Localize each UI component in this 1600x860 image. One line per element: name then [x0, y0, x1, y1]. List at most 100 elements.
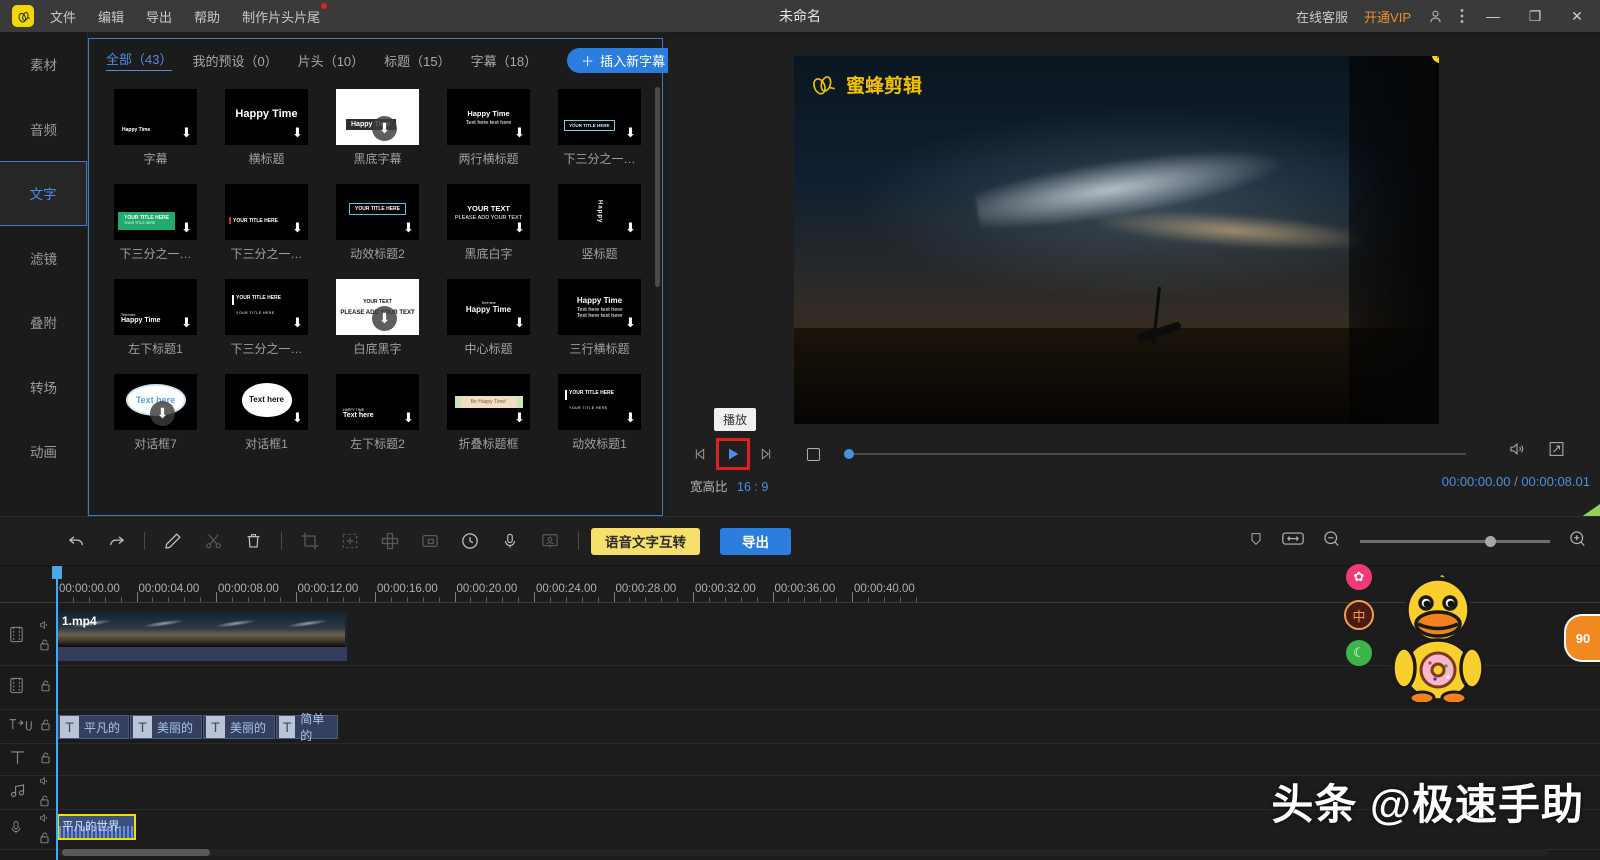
template-item[interactable]: YOUR TITLE HEREYOUR TITLE HERE⬇ 下三分之一…	[114, 184, 197, 262]
template-item[interactable]: YOUR TITLE HERE⬇ 下三分之一…	[225, 184, 308, 262]
menu-item-intro-outro[interactable]: 制作片头片尾	[242, 7, 320, 26]
download-icon[interactable]: ⬇	[372, 306, 397, 331]
bee-logo-icon[interactable]	[12, 5, 34, 27]
progress-track[interactable]	[854, 453, 1466, 455]
user-icon[interactable]	[1427, 8, 1444, 25]
template-grid-scroll[interactable]: Happy Time⬇ 字幕 Happy Time⬇ 横标题 Happy Tim…	[89, 81, 664, 517]
template-thumbnail[interactable]: YOUR TITLE HERE⬇	[225, 184, 308, 240]
text-clip[interactable]: T 美丽的	[203, 715, 275, 739]
download-icon[interactable]: ⬇	[514, 222, 525, 235]
unlock-icon[interactable]	[40, 679, 51, 697]
sidebar-item-animation[interactable]: 动画	[0, 419, 87, 484]
moon-badge[interactable]: ☾	[1344, 638, 1374, 668]
tab-subtitle[interactable]: 字幕（18）	[471, 51, 537, 70]
track-mute-icon[interactable]	[38, 811, 51, 829]
template-thumbnail[interactable]: Happy Time⬇	[225, 89, 308, 145]
sidebar-item-overlay[interactable]: 叠附	[0, 290, 87, 355]
undo-icon[interactable]	[56, 516, 96, 566]
video-clip[interactable]: 1.mp4	[57, 611, 347, 647]
download-icon[interactable]: ⬇	[514, 412, 525, 425]
template-thumbnail[interactable]: Happy TimeText here text here⬇	[447, 89, 530, 145]
template-item[interactable]: YOUR TEXTPLEASE ADD YOUR TEXT⬇ 白底黑字	[336, 279, 419, 357]
template-thumbnail[interactable]: YOUR TEXTPLEASE ADD YOUR TEXT⬇	[336, 279, 419, 335]
template-thumbnail[interactable]: YOUR TEXTPLEASE ADD YOUR TEXT⬇	[447, 184, 530, 240]
maximize-button[interactable]: ❐	[1522, 8, 1548, 25]
template-item[interactable]: Happy Time⬇ 横标题	[225, 89, 308, 167]
template-item[interactable]: YOUR TITLE HERE⬇ 下三分之一…	[558, 89, 641, 167]
split-screen-icon[interactable]	[370, 516, 410, 566]
template-thumbnail[interactable]: Text here⬇	[225, 374, 308, 430]
track-lane[interactable]	[56, 666, 1600, 710]
tab-my-presets[interactable]: 我的预设（0）	[192, 51, 277, 70]
microphone-icon[interactable]	[490, 516, 530, 566]
tab-all[interactable]: 全部（43）	[106, 49, 172, 71]
template-thumbnail[interactable]: Be Happy Time!⬇	[447, 374, 530, 430]
chinese-badge[interactable]: 中	[1344, 600, 1374, 630]
progress-handle[interactable]	[844, 449, 854, 459]
download-icon[interactable]: ⬇	[181, 127, 192, 140]
sidebar-item-filter[interactable]: 滤镜	[0, 226, 87, 291]
export-button[interactable]: 导出	[720, 528, 791, 555]
template-item[interactable]: Happy⬇ 竖标题	[558, 184, 641, 262]
play-button[interactable]	[716, 438, 750, 470]
download-icon[interactable]: ⬇	[181, 317, 192, 330]
sidebar-item-transition[interactable]: 转场	[0, 355, 87, 420]
pink-badge[interactable]: ✿	[1344, 562, 1374, 592]
download-icon[interactable]: ⬇	[625, 222, 636, 235]
template-item[interactable]: Happy TimeText here text here⬇ 两行横标题	[447, 89, 530, 167]
text-clip[interactable]: T 美丽的	[130, 715, 202, 739]
template-item[interactable]: Text here⬇ 对话框1	[225, 374, 308, 452]
menu-item-export[interactable]: 导出	[146, 7, 172, 26]
template-thumbnail[interactable]: Text hereHappy Time⬇	[114, 279, 197, 335]
download-icon[interactable]: ⬇	[292, 412, 303, 425]
track-mute-icon[interactable]	[38, 774, 51, 792]
template-thumbnail[interactable]: Happy Time⬇	[114, 89, 197, 145]
volume-icon[interactable]	[1507, 440, 1527, 463]
unlock-icon[interactable]	[40, 718, 51, 736]
download-icon[interactable]: ⬇	[150, 401, 175, 426]
zoom-out-icon[interactable]	[1322, 529, 1342, 554]
timeline-hscrollbar[interactable]	[58, 849, 1548, 856]
audio-clip[interactable]: 平凡的世界	[57, 814, 136, 840]
track-mute-icon[interactable]	[38, 618, 51, 636]
speed-clock-icon[interactable]	[450, 516, 490, 566]
stop-button[interactable]	[798, 440, 828, 468]
template-item[interactable]: Text here⬇ 对话框7	[114, 374, 197, 452]
template-thumbnail[interactable]: Text hereHappy Time⬇	[447, 279, 530, 335]
template-thumbnail[interactable]: Happy⬇	[558, 184, 641, 240]
download-icon[interactable]: ⬇	[625, 412, 636, 425]
unlock-icon[interactable]	[39, 638, 50, 656]
minimize-button[interactable]: —	[1480, 8, 1506, 24]
download-icon[interactable]: ⬇	[181, 222, 192, 235]
template-item[interactable]: YOUR TEXTPLEASE ADD YOUR TEXT⬇ 黑底白字	[447, 184, 530, 262]
template-thumbnail[interactable]: Text here⬇	[114, 374, 197, 430]
online-support-link[interactable]: 在线客服	[1296, 7, 1348, 26]
sidebar-item-media[interactable]: 素材	[0, 32, 87, 97]
unlock-icon[interactable]	[39, 831, 50, 849]
open-vip-link[interactable]: 开通VIP	[1364, 7, 1411, 26]
zoom-slider-handle[interactable]	[1485, 536, 1496, 547]
sidebar-item-text[interactable]: 文字	[0, 161, 87, 226]
more-vertical-icon[interactable]	[1460, 8, 1464, 24]
playhead-handle[interactable]	[52, 566, 62, 579]
insert-new-subtitle-button[interactable]: ＋ 插入新字幕	[567, 48, 679, 73]
aspect-ratio[interactable]: 宽高比 16 : 9	[690, 476, 768, 495]
tab-title[interactable]: 标题（15）	[384, 51, 450, 70]
template-item[interactable]: Text hereHappy Time⬇ 中心标题	[447, 279, 530, 357]
template-item[interactable]: Text hereHappy Time⬇ 左下标题1	[114, 279, 197, 357]
voice-text-convert-button[interactable]: 语音文字互转	[591, 528, 700, 555]
zoom-in-icon[interactable]	[1568, 529, 1588, 554]
close-button[interactable]: ✕	[1564, 8, 1590, 25]
download-icon[interactable]: ⬇	[292, 127, 303, 140]
template-item[interactable]: Happy TimeText here text hereText here t…	[558, 279, 641, 357]
prev-frame-icon[interactable]	[686, 440, 716, 468]
track-lane[interactable]: T 平凡的 T 美丽的 T 美丽的 T 简单的	[56, 710, 1600, 744]
picture-in-picture-icon[interactable]	[410, 516, 450, 566]
transform-icon[interactable]	[330, 516, 370, 566]
marker-icon[interactable]	[1248, 529, 1264, 554]
download-icon[interactable]: ⬇	[625, 127, 636, 140]
text-clip[interactable]: T 平凡的	[57, 715, 129, 739]
template-thumbnail[interactable]: HAPPY TIMEText here⬇	[336, 374, 419, 430]
fullscreen-icon[interactable]	[1547, 440, 1566, 463]
video-canvas[interactable]: 蜜蜂剪辑 ✕	[794, 56, 1439, 424]
